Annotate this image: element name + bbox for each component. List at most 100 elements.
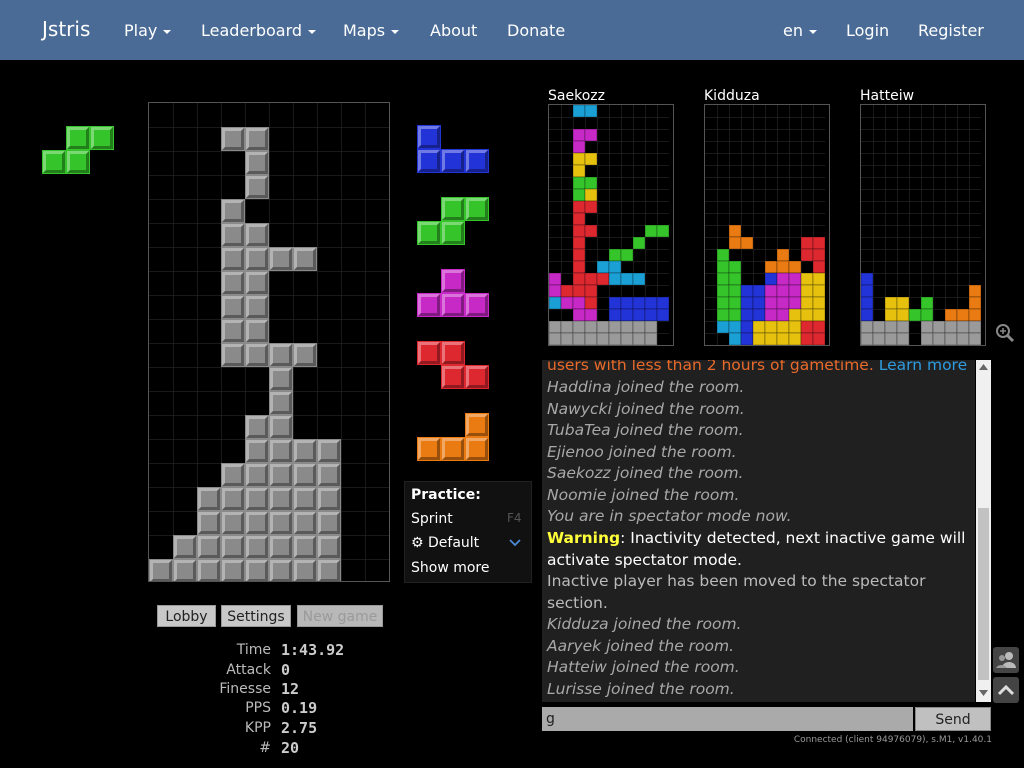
tetris-block bbox=[560, 320, 574, 334]
tetris-block bbox=[884, 332, 898, 346]
warning-label: Warning bbox=[547, 529, 621, 547]
language-label: en bbox=[783, 21, 803, 40]
tetris-block bbox=[788, 308, 802, 322]
tetris-block bbox=[608, 332, 622, 346]
tetris-block bbox=[728, 260, 742, 274]
tetris-block bbox=[728, 284, 742, 298]
tetris-block bbox=[800, 332, 814, 346]
tetris-block bbox=[596, 260, 610, 274]
nav-maps-label: Maps bbox=[343, 21, 386, 40]
tetris-block bbox=[548, 320, 562, 334]
tetris-block bbox=[620, 248, 634, 262]
chevron-down-icon[interactable] bbox=[509, 539, 521, 547]
tetris-block bbox=[740, 320, 754, 334]
tetris-block bbox=[920, 296, 934, 310]
tetris-block bbox=[572, 272, 586, 286]
collapse-chat-icon[interactable] bbox=[993, 677, 1019, 703]
chat-message: Hatteiw joined the room. bbox=[547, 658, 740, 676]
tetris-block bbox=[596, 272, 610, 286]
tetris-block bbox=[740, 308, 754, 322]
tetris-block bbox=[740, 284, 754, 298]
nav-maps[interactable]: Maps bbox=[343, 0, 400, 60]
opponent-board[interactable] bbox=[860, 104, 986, 346]
opponent-name: Kidduza bbox=[704, 88, 760, 104]
default-mode-item[interactable]: ⚙ Default bbox=[411, 535, 479, 551]
tetris-block bbox=[656, 308, 670, 322]
tetris-block bbox=[872, 320, 886, 334]
tetris-block bbox=[548, 284, 562, 298]
tetris-block bbox=[896, 296, 910, 310]
chevron-down-icon bbox=[391, 29, 400, 34]
tetris-block bbox=[644, 224, 658, 238]
tetris-block bbox=[572, 140, 586, 154]
chat-scrollbar[interactable] bbox=[976, 360, 991, 702]
tetris-block bbox=[728, 320, 742, 334]
chat-message: Inactive player has been moved to the sp… bbox=[547, 572, 926, 590]
nav-donate[interactable]: Donate bbox=[507, 0, 565, 60]
tetris-block bbox=[572, 188, 586, 202]
tetris-block bbox=[764, 332, 778, 346]
tetris-block bbox=[944, 308, 958, 322]
tetris-block bbox=[920, 320, 934, 334]
learn-more-link[interactable]: Learn more bbox=[879, 360, 967, 374]
nav-play-label: Play bbox=[124, 21, 158, 40]
tetris-block bbox=[728, 236, 742, 250]
zoom-icon[interactable] bbox=[995, 323, 1015, 343]
next-queue bbox=[417, 125, 489, 461]
tetris-block bbox=[860, 284, 874, 298]
show-more-link[interactable]: Show more bbox=[411, 560, 490, 576]
scroll-down-icon[interactable] bbox=[979, 690, 988, 696]
send-button[interactable]: Send bbox=[915, 707, 991, 731]
tetris-block bbox=[884, 308, 898, 322]
tetris-block bbox=[776, 320, 790, 334]
opponent-board[interactable] bbox=[548, 104, 674, 346]
tetris-block bbox=[644, 308, 658, 322]
tetris-block bbox=[800, 320, 814, 334]
scroll-thumb[interactable] bbox=[978, 508, 989, 680]
tetris-block bbox=[776, 248, 790, 262]
tetris-block bbox=[608, 320, 622, 334]
tetris-block bbox=[572, 332, 586, 346]
nav-leaderboard-label: Leaderboard bbox=[201, 21, 303, 40]
tetris-block bbox=[572, 200, 586, 214]
login-link[interactable]: Login bbox=[846, 0, 889, 60]
tetris-block bbox=[656, 224, 670, 238]
chat-message: Noomie joined the room. bbox=[547, 486, 740, 504]
nav-play[interactable]: Play bbox=[124, 0, 172, 60]
opponent-board[interactable] bbox=[704, 104, 830, 346]
tetris-block bbox=[632, 296, 646, 310]
settings-button[interactable]: Settings bbox=[221, 605, 291, 627]
tetris-block bbox=[860, 320, 874, 334]
practice-title: Practice: bbox=[411, 487, 481, 503]
sprint-item[interactable]: Sprint bbox=[411, 511, 453, 527]
tetris-block bbox=[644, 332, 658, 346]
chat-message: Saekozz joined the room. bbox=[547, 464, 744, 482]
stat-label: Time bbox=[236, 642, 271, 658]
sprint-shortcut: F4 bbox=[507, 511, 522, 525]
tetris-block bbox=[584, 308, 598, 322]
brand-logo[interactable]: Jstris bbox=[42, 0, 90, 60]
tetris-block bbox=[572, 164, 586, 178]
nav-about[interactable]: About bbox=[430, 0, 477, 60]
scroll-up-icon[interactable] bbox=[979, 364, 988, 370]
tetris-block bbox=[788, 260, 802, 274]
nav-leaderboard[interactable]: Leaderboard bbox=[201, 0, 317, 60]
language-select[interactable]: en bbox=[783, 0, 817, 60]
chat-input[interactable] bbox=[542, 707, 913, 731]
tetris-block bbox=[584, 224, 598, 238]
register-link[interactable]: Register bbox=[918, 0, 984, 60]
tetris-block bbox=[956, 332, 970, 346]
tetris-block bbox=[572, 152, 586, 166]
tetris-block bbox=[800, 284, 814, 298]
connection-status: Connected (client 94976079), s.M1, v1.40… bbox=[793, 735, 992, 745]
tetris-block bbox=[968, 320, 982, 334]
tetris-block bbox=[752, 296, 766, 310]
tetris-block bbox=[908, 308, 922, 322]
tetris-block bbox=[620, 308, 634, 322]
spectators-icon[interactable] bbox=[993, 647, 1019, 673]
lobby-button[interactable]: Lobby bbox=[157, 605, 216, 627]
tetris-block bbox=[560, 284, 574, 298]
gear-icon: ⚙ bbox=[411, 535, 429, 551]
stat-label: Finesse bbox=[219, 681, 271, 697]
tetris-block bbox=[572, 260, 586, 274]
